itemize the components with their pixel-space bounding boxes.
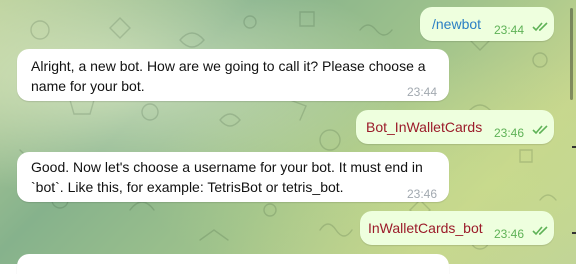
- outgoing-message[interactable]: Bot_InWalletCards 23:46: [356, 110, 554, 144]
- message-time: 23:44: [494, 23, 525, 37]
- incoming-message[interactable]: Alright, a new bot. How are we going to …: [17, 49, 449, 101]
- message-time: 23:46: [407, 187, 438, 201]
- double-check-icon: [532, 22, 548, 32]
- incoming-message[interactable]: Good. Now let's choose a username for yo…: [17, 152, 449, 202]
- message-time: 23:46: [494, 126, 525, 140]
- outgoing-message[interactable]: InWalletCards_bot 23:46: [360, 211, 554, 245]
- edge-marker: [572, 232, 576, 234]
- edge-marker: [572, 146, 576, 148]
- chat-scrollbar[interactable]: [570, 8, 573, 100]
- double-check-icon: [532, 125, 548, 135]
- message-text: Bot_InWalletCards: [366, 119, 483, 135]
- incoming-message-partial[interactable]: [17, 254, 449, 274]
- outgoing-message[interactable]: /newbot 23:44: [420, 7, 554, 41]
- message-time: 23:46: [494, 227, 525, 241]
- message-text: Alright, a new bot. How are we going to …: [31, 58, 426, 94]
- message-text: /newbot: [432, 16, 482, 32]
- message-text: Good. Now let's choose a username for yo…: [31, 159, 423, 195]
- message-time: 23:44: [407, 85, 438, 99]
- double-check-icon: [532, 226, 548, 236]
- message-text: InWalletCards_bot: [368, 220, 483, 236]
